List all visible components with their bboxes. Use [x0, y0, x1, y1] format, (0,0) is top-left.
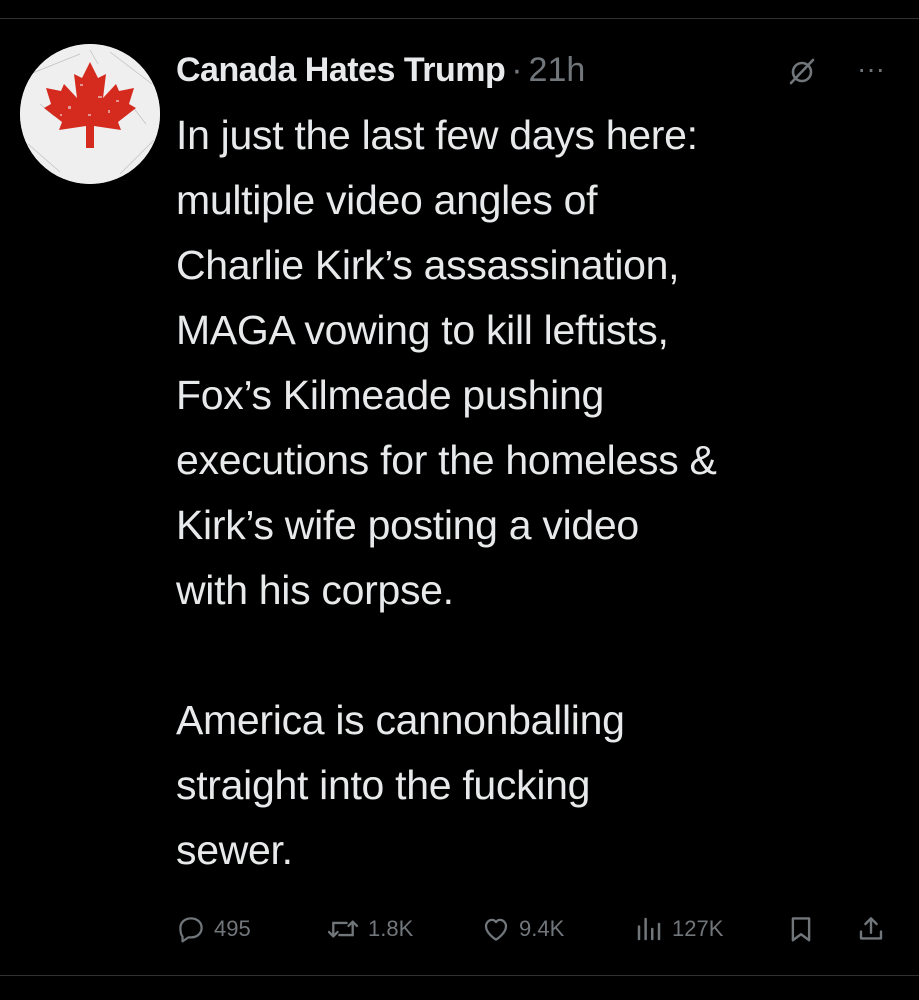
- tweet-paragraph-1: In just the last few days here: multiple…: [176, 112, 717, 613]
- like-button[interactable]: 9.4K: [481, 905, 564, 953]
- reply-button[interactable]: 495: [176, 905, 251, 953]
- bookmark-icon: [791, 917, 811, 942]
- like-count: 9.4K: [519, 916, 565, 941]
- repost-icon: [327, 920, 359, 938]
- timestamp[interactable]: 21h: [529, 51, 586, 90]
- avatar[interactable]: [20, 44, 160, 184]
- tweet-header: Canada Hates Trump · 21h ···: [176, 48, 889, 92]
- maple-leaf-icon: [20, 44, 160, 184]
- views-icon: [637, 917, 661, 941]
- reply-count: 495: [214, 916, 251, 941]
- bookmark-button[interactable]: [786, 905, 816, 953]
- grok-icon[interactable]: [787, 56, 817, 86]
- top-divider: [0, 18, 919, 19]
- separator-dot: ·: [511, 50, 523, 89]
- action-bar: 495 1.8K 9.4K 127K: [176, 905, 902, 953]
- share-icon: [859, 917, 883, 940]
- tweet-paragraph-2: America is cannonballing straight into t…: [176, 697, 625, 873]
- repost-button[interactable]: 1.8K: [326, 905, 413, 953]
- views-count: 127K: [672, 916, 724, 941]
- reply-icon: [179, 917, 203, 943]
- bottom-divider: [0, 975, 919, 976]
- heart-icon: [484, 918, 508, 941]
- author-display-name[interactable]: Canada Hates Trump: [176, 51, 506, 90]
- views-button[interactable]: 127K: [634, 905, 723, 953]
- repost-count: 1.8K: [368, 916, 414, 941]
- more-icon[interactable]: ···: [853, 54, 889, 84]
- share-button[interactable]: [856, 905, 886, 953]
- tweet-text: In just the last few days here: multiple…: [176, 103, 911, 883]
